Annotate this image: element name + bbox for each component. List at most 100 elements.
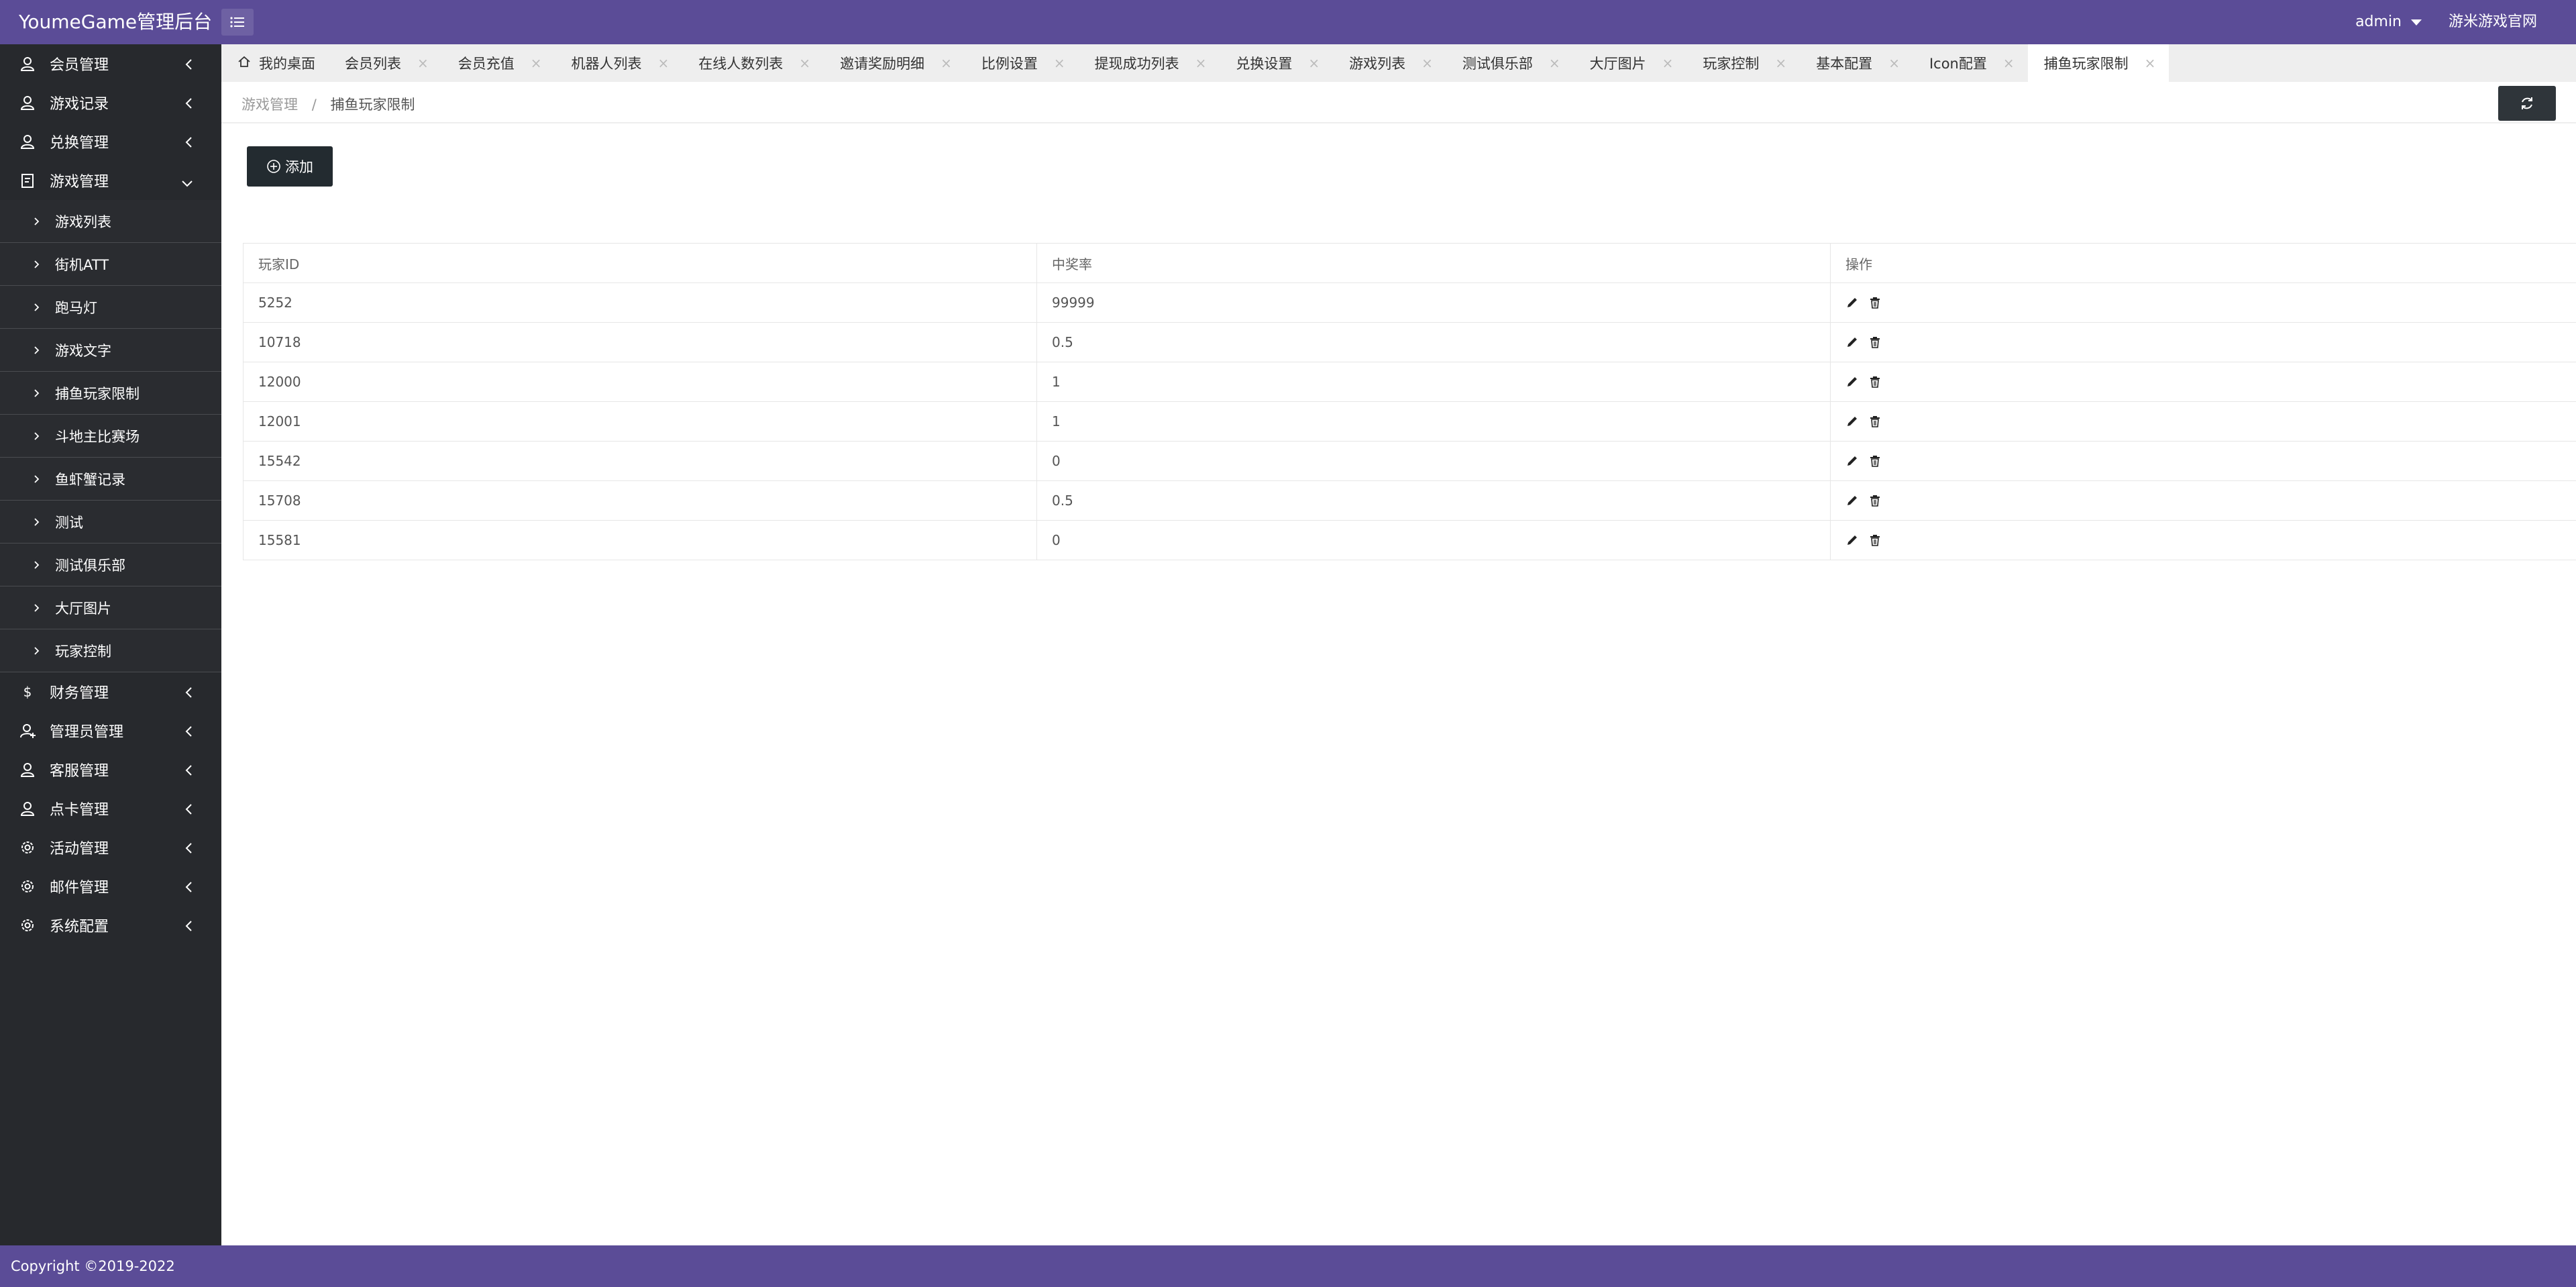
cell-player-id: 15708 bbox=[243, 480, 1037, 521]
sidebar-group-label: 系统配置 bbox=[50, 919, 109, 935]
sidebar-subitem[interactable]: 跑马灯 bbox=[0, 286, 221, 329]
chevron-left-icon bbox=[184, 97, 193, 113]
delete-icon[interactable] bbox=[1868, 415, 1882, 428]
plus-circle-icon bbox=[267, 160, 280, 173]
sidebar-group-customer-service[interactable]: 客服管理 bbox=[0, 750, 221, 789]
sidebar-group-activities[interactable]: 活动管理 bbox=[0, 828, 221, 867]
clipboard-icon bbox=[19, 172, 36, 189]
app-logo[interactable]: YoumeGame管理后台 bbox=[19, 0, 212, 44]
edit-icon[interactable] bbox=[1845, 415, 1859, 428]
edit-icon[interactable] bbox=[1845, 454, 1859, 468]
close-icon[interactable]: × bbox=[1549, 55, 1560, 71]
sidebar-subitem[interactable]: 街机ATT bbox=[0, 243, 221, 286]
close-icon[interactable]: × bbox=[799, 55, 810, 71]
sidebar-subitem-label: 大厅图片 bbox=[55, 600, 111, 617]
cell-actions bbox=[1830, 322, 2576, 362]
sidebar-group-finance[interactable]: $ 财务管理 bbox=[0, 672, 221, 711]
close-icon[interactable]: × bbox=[1054, 55, 1065, 71]
gear-icon bbox=[19, 917, 36, 934]
close-icon[interactable]: × bbox=[1421, 55, 1433, 71]
chevron-right-icon bbox=[34, 428, 40, 444]
sidebar-subitem[interactable]: 玩家控制 bbox=[0, 629, 221, 672]
tab[interactable]: 机器人列表 × bbox=[555, 44, 683, 82]
tab[interactable]: Icon配置 × bbox=[1913, 44, 2028, 82]
close-icon[interactable]: × bbox=[531, 55, 542, 71]
refresh-icon bbox=[2522, 97, 2532, 109]
sidebar-subitem-label: 捕鱼玩家限制 bbox=[55, 385, 140, 402]
breadcrumb-parent[interactable]: 游戏管理 bbox=[241, 97, 298, 113]
close-icon[interactable]: × bbox=[941, 55, 952, 71]
close-icon[interactable]: × bbox=[417, 55, 429, 71]
close-icon[interactable]: × bbox=[2145, 55, 2156, 71]
menu-toggle-button[interactable] bbox=[221, 9, 254, 36]
delete-icon[interactable] bbox=[1868, 296, 1882, 309]
chevron-left-icon bbox=[184, 136, 193, 152]
tab[interactable]: 基本配置 × bbox=[1800, 44, 1913, 82]
sidebar-group-exchange[interactable]: 兑换管理 bbox=[0, 122, 221, 161]
sidebar-subitem[interactable]: 测试 bbox=[0, 501, 221, 544]
tab[interactable]: 会员充值 × bbox=[442, 44, 555, 82]
sidebar-group-system-config[interactable]: 系统配置 bbox=[0, 906, 221, 945]
tab-desktop[interactable]: 我的桌面 bbox=[221, 44, 329, 82]
chevron-right-icon bbox=[34, 256, 40, 272]
admin-user-menu[interactable]: admin bbox=[2355, 0, 2422, 44]
sidebar-group-label: 活动管理 bbox=[50, 841, 109, 858]
sidebar-subitem[interactable]: 斗地主比赛场 bbox=[0, 415, 221, 458]
row-actions bbox=[1845, 375, 2576, 389]
edit-icon[interactable] bbox=[1845, 494, 1859, 507]
tab[interactable]: 提现成功列表 × bbox=[1079, 44, 1220, 82]
close-icon[interactable]: × bbox=[1888, 55, 1900, 71]
sidebar-subitem[interactable]: 捕鱼玩家限制 bbox=[0, 372, 221, 415]
sidebar-group-games[interactable]: 游戏管理 bbox=[0, 161, 221, 200]
delete-icon[interactable] bbox=[1868, 454, 1882, 468]
tab[interactable]: 玩家控制 × bbox=[1686, 44, 1800, 82]
tab[interactable]: 大厅图片 × bbox=[1574, 44, 1687, 82]
delete-icon[interactable] bbox=[1868, 336, 1882, 349]
delete-icon[interactable] bbox=[1868, 533, 1882, 547]
delete-icon[interactable] bbox=[1868, 494, 1882, 507]
table-row: 15542 0 bbox=[243, 441, 2576, 481]
table-row: 15581 0 bbox=[243, 520, 2576, 560]
tab[interactable]: 游戏列表 × bbox=[1333, 44, 1446, 82]
tab-label: 大厅图片 bbox=[1589, 56, 1646, 72]
chevron-left-icon bbox=[184, 58, 193, 74]
sidebar-group-members[interactable]: 会员管理 bbox=[0, 44, 221, 83]
close-icon[interactable]: × bbox=[2003, 55, 2015, 71]
tab[interactable]: 捕鱼玩家限制 × bbox=[2027, 44, 2169, 82]
close-icon[interactable]: × bbox=[1662, 55, 1674, 71]
edit-icon[interactable] bbox=[1845, 375, 1859, 389]
tab[interactable]: 测试俱乐部 × bbox=[1446, 44, 1574, 82]
chevron-right-icon bbox=[34, 342, 40, 358]
sidebar-group-game-records[interactable]: 游戏记录 bbox=[0, 83, 221, 122]
sidebar-subitem[interactable]: 测试俱乐部 bbox=[0, 544, 221, 586]
sidebar-group-point-cards[interactable]: 点卡管理 bbox=[0, 789, 221, 828]
close-icon[interactable]: × bbox=[658, 55, 669, 71]
edit-icon[interactable] bbox=[1845, 336, 1859, 349]
chevron-right-icon bbox=[34, 471, 40, 487]
refresh-button[interactable] bbox=[2498, 86, 2556, 121]
official-site-link[interactable]: 游米游戏官网 bbox=[2449, 0, 2537, 44]
tab[interactable]: 会员列表 × bbox=[329, 44, 442, 82]
sidebar-subitem[interactable]: 游戏文字 bbox=[0, 329, 221, 372]
column-header-win-rate: 中奖率 bbox=[1036, 243, 1831, 283]
close-icon[interactable]: × bbox=[1308, 55, 1320, 71]
edit-icon[interactable] bbox=[1845, 296, 1859, 309]
table-header-row: 玩家ID 中奖率 操作 bbox=[243, 243, 2576, 283]
sidebar-subitem[interactable]: 大厅图片 bbox=[0, 586, 221, 629]
tab[interactable]: 在线人数列表 × bbox=[682, 44, 824, 82]
sidebar-group-mail[interactable]: 邮件管理 bbox=[0, 867, 221, 906]
cell-player-id: 15581 bbox=[243, 520, 1037, 560]
sidebar-subitem[interactable]: 鱼虾蟹记录 bbox=[0, 458, 221, 501]
tab[interactable]: 兑换设置 × bbox=[1220, 44, 1333, 82]
tab[interactable]: 比例设置 × bbox=[965, 44, 1079, 82]
user-icon bbox=[19, 761, 36, 778]
tab[interactable]: 邀请奖励明细 × bbox=[824, 44, 965, 82]
cell-actions bbox=[1830, 480, 2576, 521]
sidebar-subitem[interactable]: 游戏列表 bbox=[0, 200, 221, 243]
sidebar-group-admins[interactable]: 管理员管理 bbox=[0, 711, 221, 750]
close-icon[interactable]: × bbox=[1775, 55, 1786, 71]
edit-icon[interactable] bbox=[1845, 533, 1859, 547]
close-icon[interactable]: × bbox=[1195, 55, 1207, 71]
add-button[interactable]: 添加 bbox=[247, 146, 333, 187]
delete-icon[interactable] bbox=[1868, 375, 1882, 389]
